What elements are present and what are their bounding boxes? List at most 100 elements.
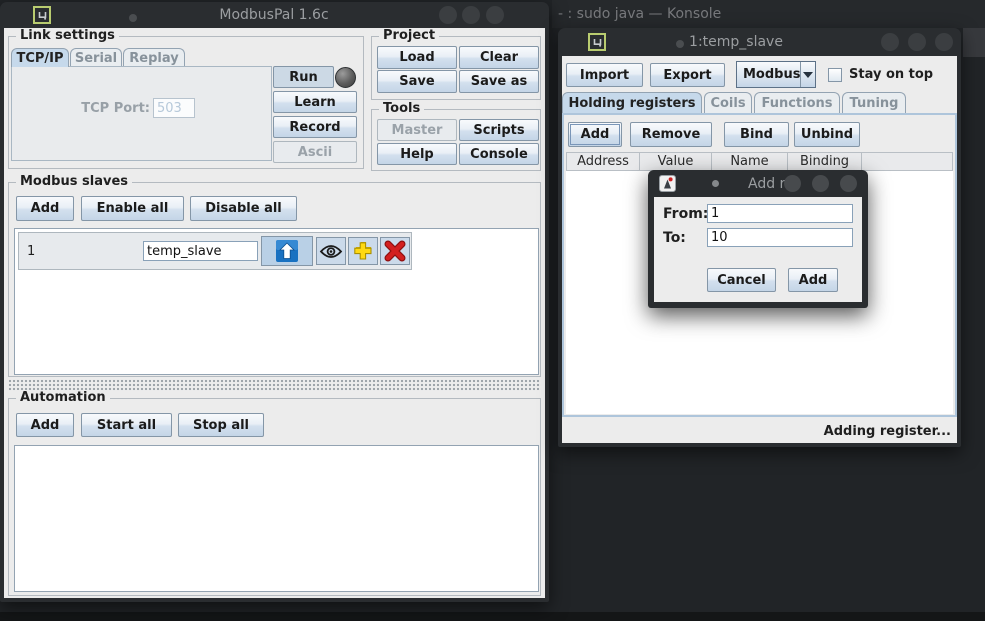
save-button[interactable]: Save	[377, 70, 457, 93]
load-button[interactable]: Load	[377, 46, 457, 69]
unbind-button[interactable]: Unbind	[794, 122, 860, 147]
tcp-port-field[interactable]	[153, 98, 195, 118]
eye-icon	[319, 244, 343, 259]
java-app-icon	[38, 11, 47, 20]
import-button[interactable]: Import	[566, 63, 643, 87]
slave-row[interactable]: 1	[18, 232, 412, 270]
from-field[interactable]	[707, 204, 853, 223]
scripts-button[interactable]: Scripts	[459, 119, 539, 141]
slave-id: 1	[27, 244, 35, 259]
slave-list: 1	[14, 228, 539, 375]
titlebar-dot-icon	[676, 40, 684, 48]
view-slave-button[interactable]	[316, 237, 346, 265]
tcp-port-label: TCP Port:	[40, 101, 150, 116]
help-button[interactable]: Help	[377, 143, 457, 165]
ascii-button[interactable]: Ascii	[273, 141, 357, 163]
dialog-titlebar[interactable]: Add r...	[648, 170, 868, 197]
add-slave-button[interactable]: Add	[16, 196, 74, 221]
combobox-arrow-icon	[800, 62, 815, 87]
dialog-icon	[659, 175, 676, 196]
stay-on-top-checkbox[interactable]	[828, 68, 842, 82]
record-button[interactable]: Record	[273, 116, 357, 138]
dialog-add-button[interactable]: Add	[788, 268, 838, 292]
to-label: To:	[663, 230, 686, 246]
master-button[interactable]: Master	[377, 119, 457, 141]
duke-icon	[659, 175, 676, 192]
protocol-combobox-value: Modbus	[737, 62, 800, 87]
link-settings-label: Link settings	[16, 28, 119, 43]
run-led-indicator-icon	[335, 67, 356, 88]
tab-replay[interactable]: Replay	[123, 48, 185, 67]
protocol-combobox[interactable]: Modbus	[736, 61, 816, 88]
slave-name-field[interactable]	[143, 241, 258, 261]
konsole-title: - : sudo java — Konsole	[558, 6, 721, 22]
window-icon	[33, 6, 51, 24]
stop-all-button[interactable]: Stop all	[178, 413, 264, 437]
modbus-slaves-label: Modbus slaves	[16, 174, 132, 189]
column-header-filler	[862, 152, 953, 171]
column-header-binding[interactable]: Binding	[788, 152, 862, 171]
tab-holding-registers[interactable]: Holding registers	[562, 92, 702, 113]
console-button[interactable]: Console	[459, 143, 539, 165]
export-button[interactable]: Export	[650, 63, 725, 87]
close-button[interactable]	[935, 33, 953, 51]
column-header-value[interactable]: Value	[640, 152, 712, 171]
start-all-button[interactable]: Start all	[81, 413, 172, 437]
modbuspal-window: ModbusPal 1.6c Link settings TCP/IP Seri…	[0, 2, 549, 602]
modbuspal-titlebar[interactable]: ModbusPal 1.6c	[0, 2, 549, 28]
minimize-button[interactable]	[784, 175, 801, 192]
status-bar: Adding register...	[562, 419, 957, 443]
to-field[interactable]	[707, 228, 853, 247]
stay-on-top-label: Stay on top	[849, 67, 933, 82]
clear-button[interactable]: Clear	[459, 46, 539, 69]
konsole-titlebar[interactable]: - : sudo java — Konsole	[552, 0, 985, 28]
enable-all-button[interactable]: Enable all	[81, 196, 184, 221]
from-label: From:	[663, 206, 708, 222]
desktop: - : sudo java — Konsole ModbusPal 1.6c L…	[0, 0, 985, 621]
screen-bottom-edge	[0, 612, 985, 621]
tools-label: Tools	[379, 101, 424, 116]
modbuspal-content: Link settings TCP/IP Serial Replay TCP P…	[4, 28, 545, 598]
automation-label: Automation	[16, 390, 110, 405]
tab-tcpip[interactable]: TCP/IP	[11, 48, 69, 67]
remove-register-button[interactable]: Remove	[630, 122, 712, 147]
tab-coils[interactable]: Coils	[704, 92, 752, 113]
up-arrow-icon	[276, 240, 298, 262]
bind-button[interactable]: Bind	[724, 122, 789, 147]
slave-enable-toggle-button[interactable]	[261, 236, 313, 266]
window-title: 1:temp_slave	[689, 34, 783, 50]
tab-functions[interactable]: Functions	[754, 92, 840, 113]
dialog-content: From: To: Cancel Add	[654, 197, 862, 302]
cancel-button[interactable]: Cancel	[707, 268, 776, 292]
disable-all-button[interactable]: Disable all	[190, 196, 297, 221]
window-title: ModbusPal 1.6c	[219, 7, 328, 23]
save-as-button[interactable]: Save as	[459, 70, 539, 93]
minimize-button[interactable]	[881, 33, 899, 51]
run-button[interactable]: Run	[273, 66, 334, 88]
maximize-button[interactable]	[812, 175, 829, 192]
add-automation-button[interactable]: Add	[16, 413, 74, 437]
konsole-window-edge	[963, 28, 985, 57]
project-label: Project	[379, 28, 439, 43]
close-button[interactable]	[486, 6, 504, 24]
add-register-button[interactable]: Add	[568, 122, 622, 147]
learn-button[interactable]: Learn	[273, 91, 357, 113]
add-registers-dialog: Add r... From: To: Cancel Add	[648, 170, 868, 308]
automation-list	[14, 445, 539, 592]
duplicate-slave-button[interactable]	[348, 237, 378, 265]
minimize-button[interactable]	[439, 6, 457, 24]
column-header-address[interactable]: Address	[566, 152, 640, 171]
tab-tuning[interactable]: Tuning	[842, 92, 906, 113]
close-button[interactable]	[840, 175, 857, 192]
java-app-icon	[593, 38, 602, 47]
maximize-button[interactable]	[462, 6, 480, 24]
temp-slave-titlebar[interactable]: 1:temp_slave	[558, 28, 961, 56]
tab-serial[interactable]: Serial	[70, 48, 122, 67]
maximize-button[interactable]	[908, 33, 926, 51]
delete-slave-button[interactable]	[380, 237, 410, 265]
register-table-header: Address Value Name Binding	[566, 152, 953, 171]
delete-x-icon	[384, 240, 406, 262]
titlebar-dot-icon	[129, 14, 137, 22]
titlebar-dot-icon	[712, 180, 719, 187]
column-header-name[interactable]: Name	[712, 152, 788, 171]
